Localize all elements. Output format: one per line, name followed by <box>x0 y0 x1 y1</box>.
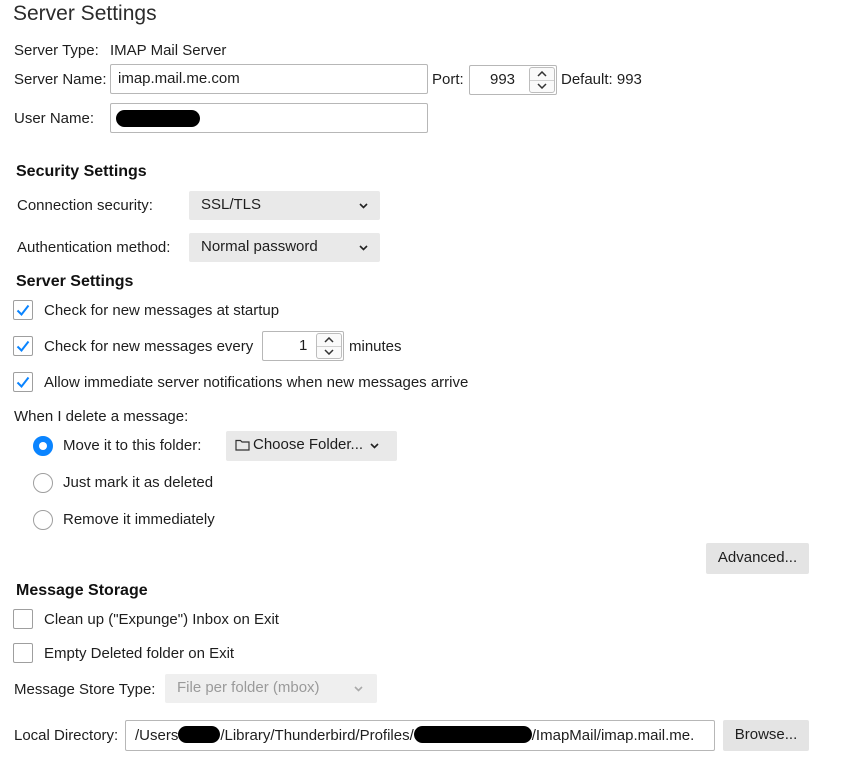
minutes-label: minutes <box>349 338 402 355</box>
message-store-type-value: File per folder (mbox) <box>177 679 320 696</box>
authentication-method-select[interactable]: Normal password <box>189 233 380 262</box>
check-startup-label: Check for new messages at startup <box>44 302 280 319</box>
checkmark-icon <box>16 376 30 388</box>
chevron-down-icon <box>359 191 368 219</box>
chevron-down-icon <box>359 233 368 261</box>
check-every-checkbox[interactable] <box>13 336 33 356</box>
server-name-label: Server Name: <box>14 71 107 88</box>
check-interval-spinner[interactable]: 1 <box>262 331 344 361</box>
local-directory-label: Local Directory: <box>14 727 119 744</box>
chevron-down-icon <box>370 431 379 459</box>
chevron-down-icon <box>354 674 363 702</box>
port-spinner[interactable]: 993 <box>469 65 557 95</box>
page-title: Server Settings <box>13 2 157 25</box>
port-default-label: Default: 993 <box>561 71 642 88</box>
port-label: Port: <box>432 71 464 88</box>
user-name-input[interactable] <box>110 103 428 133</box>
check-interval-value: 1 <box>299 337 308 354</box>
choose-folder-button[interactable]: Choose Folder... <box>226 431 397 461</box>
connection-security-value: SSL/TLS <box>201 196 262 213</box>
empty-deleted-checkbox[interactable] <box>13 643 33 663</box>
folder-icon <box>235 433 250 461</box>
connection-security-select[interactable]: SSL/TLS <box>189 191 380 220</box>
authentication-method-label: Authentication method: <box>17 239 171 256</box>
delete-behavior-label: When I delete a message: <box>14 408 189 425</box>
advanced-button[interactable]: Advanced... <box>706 543 809 574</box>
user-name-label: User Name: <box>14 110 95 127</box>
message-storage-heading: Message Storage <box>16 582 148 599</box>
port-value: 993 <box>490 71 516 88</box>
server-type-label: Server Type: <box>14 42 99 59</box>
server-type-value: IMAP Mail Server <box>110 42 227 59</box>
server-settings-heading: Server Settings <box>16 273 134 290</box>
local-directory-part: /ImapMail/imap.mail.me. <box>531 727 695 744</box>
cleanup-inbox-label: Clean up ("Expunge") Inbox on Exit <box>44 611 279 628</box>
authentication-method-value: Normal password <box>201 238 318 255</box>
spin-down-icon[interactable] <box>317 346 341 358</box>
delete-mark-radio[interactable] <box>33 473 53 493</box>
delete-mark-label: Just mark it as deleted <box>63 474 214 491</box>
spin-down-icon[interactable] <box>530 80 554 92</box>
redaction-mark <box>413 726 532 743</box>
delete-move-label: Move it to this folder: <box>63 437 202 454</box>
local-directory-input[interactable]: /Users/Library/Thunderbird/Profiles/ /Ima… <box>125 720 715 751</box>
connection-security-label: Connection security: <box>17 197 153 214</box>
empty-deleted-label: Empty Deleted folder on Exit <box>44 645 235 662</box>
choose-folder-label: Choose Folder... <box>253 436 364 453</box>
delete-remove-label: Remove it immediately <box>63 511 215 528</box>
allow-notifications-checkbox[interactable] <box>13 372 33 392</box>
message-store-type-select: File per folder (mbox) <box>165 674 377 703</box>
checkmark-icon <box>16 340 30 352</box>
checkmark-icon <box>16 304 30 316</box>
interval-spin-buttons <box>316 333 342 359</box>
check-every-label: Check for new messages every <box>44 338 254 355</box>
cleanup-inbox-checkbox[interactable] <box>13 609 33 629</box>
check-startup-checkbox[interactable] <box>13 300 33 320</box>
delete-move-radio[interactable] <box>33 436 53 456</box>
message-store-type-label: Message Store Type: <box>14 681 156 698</box>
server-name-input[interactable]: imap.mail.me.com <box>110 64 428 94</box>
redaction-mark <box>178 726 221 743</box>
security-settings-heading: Security Settings <box>16 163 147 180</box>
browse-button[interactable]: Browse... <box>723 720 809 751</box>
local-directory-part: /Users <box>135 727 179 744</box>
delete-remove-radio[interactable] <box>33 510 53 530</box>
local-directory-part: /Library/Thunderbird/Profiles/ <box>220 727 414 744</box>
redaction-mark <box>116 110 200 127</box>
allow-notifications-label: Allow immediate server notifications whe… <box>44 374 469 391</box>
port-spin-buttons <box>529 67 555 93</box>
